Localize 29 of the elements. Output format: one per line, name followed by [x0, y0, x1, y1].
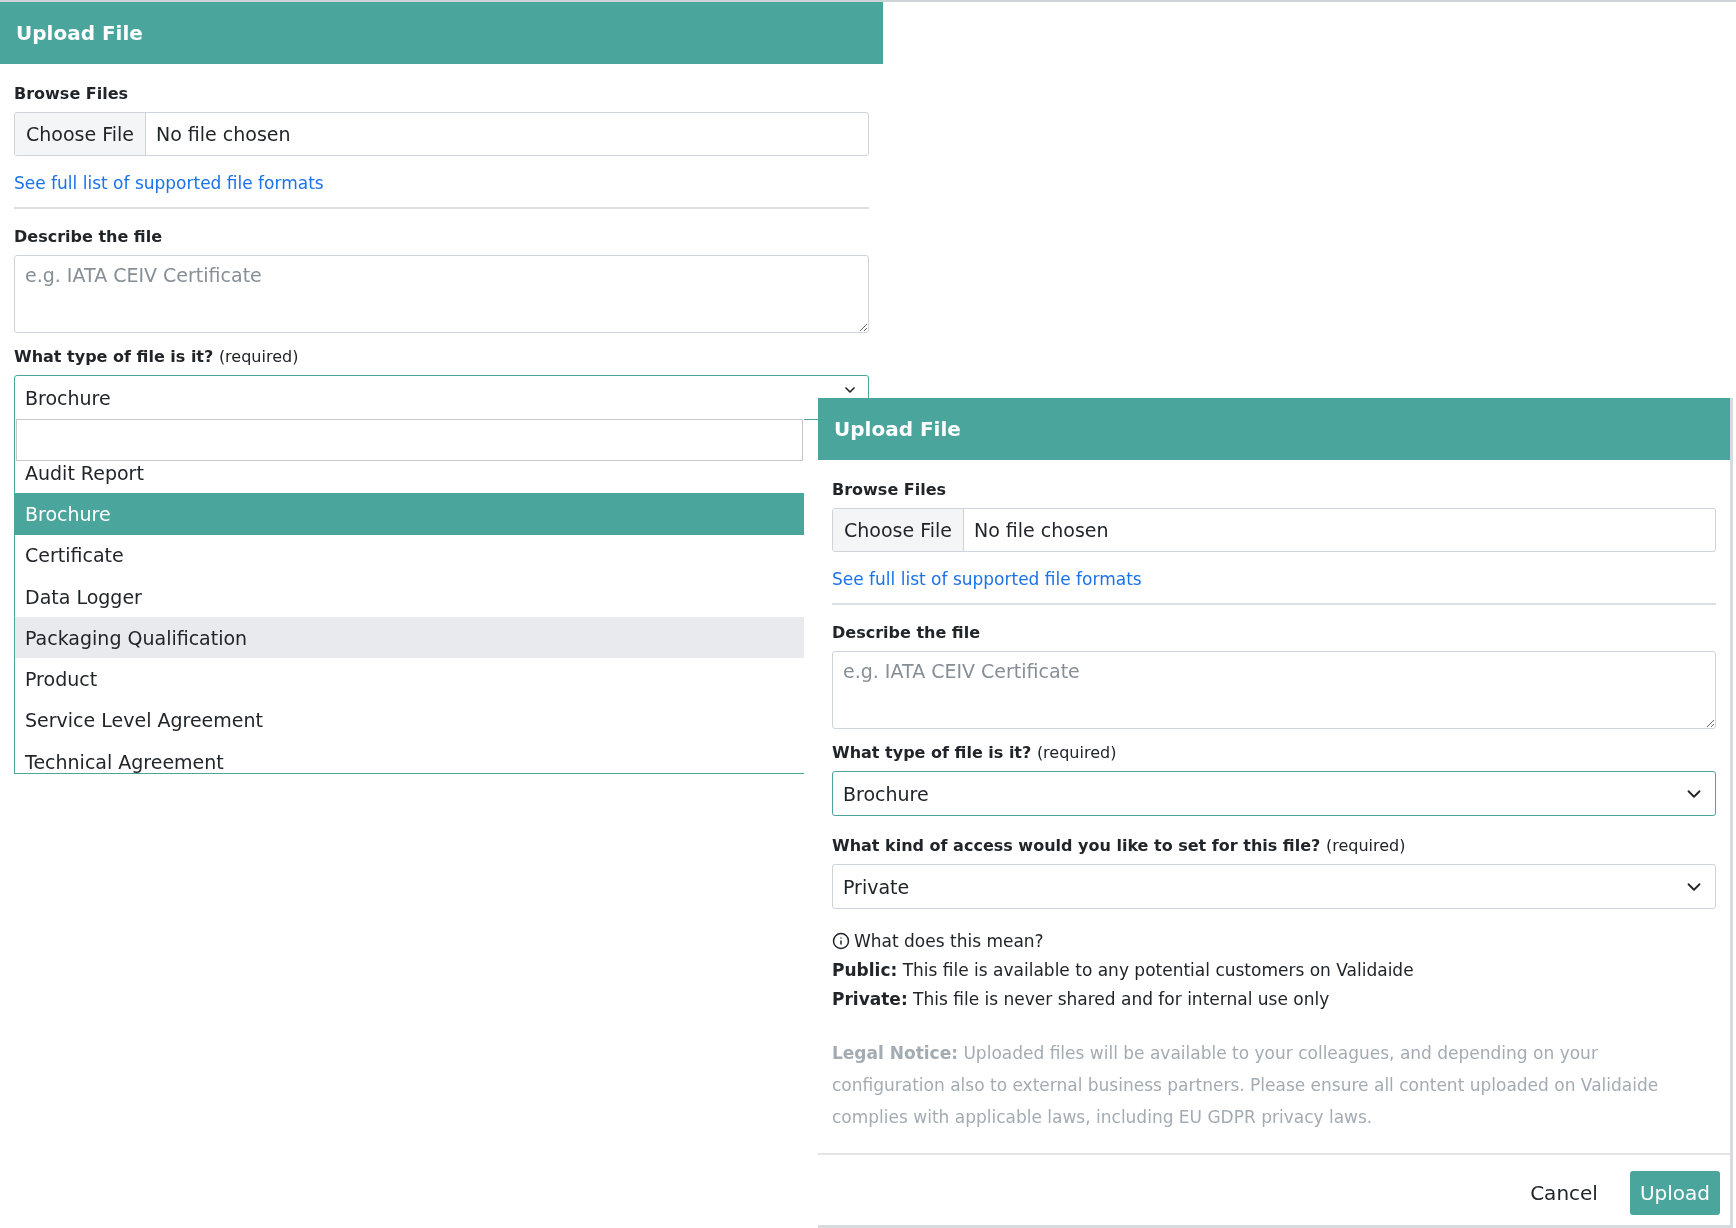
choose-file-button[interactable]: Choose File [833, 509, 964, 551]
field-label: Describe the file [832, 623, 982, 642]
field-label: Browse Files [14, 84, 130, 103]
choose-file-button[interactable]: Choose File [15, 113, 146, 155]
field-label: Browse Files [832, 480, 948, 499]
file-input[interactable]: Choose File No file chosen [832, 508, 1716, 552]
info-icon [832, 932, 850, 950]
description-field[interactable]: e.g. IATA CEIV Certificate [14, 255, 869, 333]
help-title: What does this mean? [854, 931, 1044, 951]
file-status: No file chosen [973, 519, 1109, 541]
legal-notice: Legal Notice: Uploaded files will be available to your colleagues, and depending on your configuration also to external business partners. Please ensure all content uploaded on Validaide complies with applicable laws, including EU GDPR privacy laws. [832, 1043, 1659, 1127]
formats-link[interactable]: See full list of supported file formats [14, 173, 324, 193]
help-text: Private: This file is never shared and for internal use only [832, 989, 1330, 1009]
search-field[interactable] [16, 419, 803, 461]
access-select[interactable]: Private [832, 864, 1716, 909]
field-label: What type of file is it? (required) [14, 347, 300, 366]
description-field[interactable]: e.g. IATA CEIV Certificate [832, 651, 1716, 729]
field-label: What type of file is it? (required) [832, 743, 1118, 762]
formats-link[interactable]: See full list of supported file formats [832, 569, 1142, 589]
dialog-title: Upload File [834, 417, 961, 441]
file-type-select[interactable]: Brochure [832, 771, 1716, 816]
help-text: Public: This file is available to any potential customers on Validaide [832, 960, 1414, 980]
dialog-title: Upload File [16, 21, 143, 45]
dropdown-option[interactable]: Packaging Qualification [15, 617, 804, 659]
field-label: Describe the file [14, 227, 164, 246]
file-status: No file chosen [155, 123, 291, 145]
cancel-button[interactable]: Cancel [1520, 1171, 1608, 1215]
file-input[interactable]: Choose File No file chosen [14, 112, 869, 156]
field-label: What kind of access would you like to set for this file? (required) [832, 836, 1407, 855]
